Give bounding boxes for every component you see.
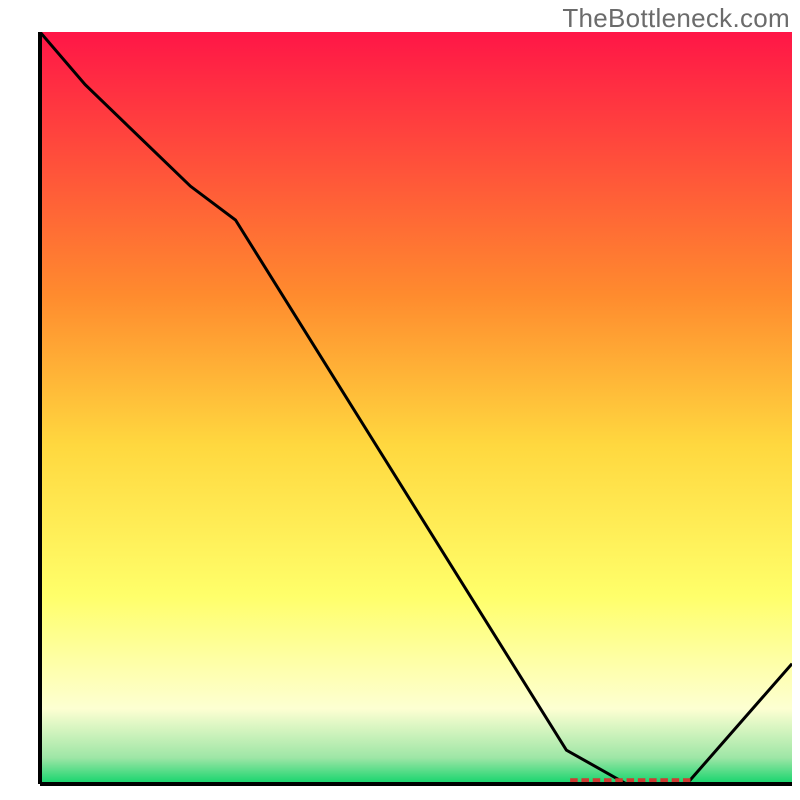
chart-stage: TheBottleneck.com <box>0 0 800 800</box>
chart-svg <box>0 0 800 800</box>
plot-background <box>40 32 792 784</box>
